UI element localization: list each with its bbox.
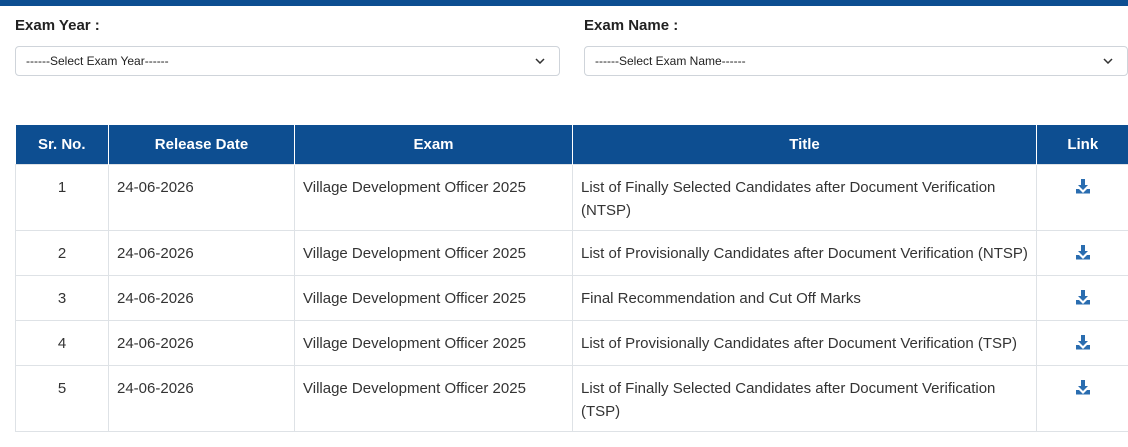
- header-title: Title: [572, 125, 1037, 165]
- table-row: 1 24-06-2026 Village Development Officer 2…: [15, 164, 1128, 231]
- cell-sr-no: 5: [15, 365, 109, 432]
- download-link[interactable]: [1075, 335, 1091, 354]
- cell-exam: Village Development Officer 2025: [294, 320, 573, 366]
- cell-exam: Village Development Officer 2025: [294, 365, 573, 432]
- cell-title: List of Provisionally Candidates after D…: [572, 320, 1037, 366]
- table-row: 3 24-06-2026 Village Development Officer 2…: [15, 275, 1128, 321]
- cell-title: List of Finally Selected Candidates afte…: [572, 365, 1037, 432]
- cell-sr-no: 1: [15, 164, 109, 231]
- download-icon: [1075, 335, 1090, 350]
- download-icon: [1075, 179, 1090, 194]
- cell-sr-no: 3: [15, 275, 109, 321]
- download-link[interactable]: [1075, 245, 1091, 264]
- header-release-date: Release Date: [108, 125, 295, 165]
- cell-link: [1036, 164, 1128, 231]
- cell-release-date: 24-06-2026: [108, 320, 295, 366]
- download-icon: [1075, 245, 1090, 260]
- download-link[interactable]: [1075, 179, 1091, 198]
- top-accent-bar: [0, 0, 1128, 6]
- exam-year-select[interactable]: ------Select Exam Year------: [15, 46, 560, 76]
- cell-link: [1036, 230, 1128, 276]
- cell-exam: Village Development Officer 2025: [294, 230, 573, 276]
- download-link[interactable]: [1075, 380, 1091, 399]
- cell-exam: Village Development Officer 2025: [294, 275, 573, 321]
- cell-exam: Village Development Officer 2025: [294, 164, 573, 231]
- table-row: 4 24-06-2026 Village Development Officer 2…: [15, 320, 1128, 366]
- download-icon: [1075, 290, 1090, 305]
- cell-sr-no: 4: [15, 320, 109, 366]
- header-exam: Exam: [294, 125, 573, 165]
- cell-release-date: 24-06-2026: [108, 164, 295, 231]
- exam-year-select-value: ------Select Exam Year------: [26, 54, 169, 68]
- cell-link: [1036, 275, 1128, 321]
- cell-title: List of Finally Selected Candidates afte…: [572, 164, 1037, 231]
- chevron-down-icon: [535, 58, 545, 64]
- table-row: 2 24-06-2026 Village Development Officer 2…: [15, 230, 1128, 276]
- cell-release-date: 24-06-2026: [108, 365, 295, 432]
- download-icon: [1075, 380, 1090, 395]
- exam-name-select-value: ------Select Exam Name------: [595, 54, 746, 68]
- cell-link: [1036, 365, 1128, 432]
- exam-name-label: Exam Name :: [584, 17, 679, 34]
- header-sr-no: Sr. No.: [15, 125, 109, 165]
- cell-release-date: 24-06-2026: [108, 230, 295, 276]
- cell-title: List of Provisionally Candidates after D…: [572, 230, 1037, 276]
- cell-sr-no: 2: [15, 230, 109, 276]
- cell-link: [1036, 320, 1128, 366]
- chevron-down-icon: [1103, 58, 1113, 64]
- exam-year-label: Exam Year :: [15, 17, 100, 34]
- download-link[interactable]: [1075, 290, 1091, 309]
- table-row: 5 24-06-2026 Village Development Officer 2…: [15, 365, 1128, 432]
- cell-title: Final Recommendation and Cut Off Marks: [572, 275, 1037, 321]
- table-header-row: Sr. No. Release Date Exam Title Link: [15, 125, 1128, 165]
- cell-release-date: 24-06-2026: [108, 275, 295, 321]
- exam-name-select[interactable]: ------Select Exam Name------: [584, 46, 1128, 76]
- header-link: Link: [1036, 125, 1128, 165]
- results-table: Sr. No. Release Date Exam Title Link 1 24…: [15, 125, 1128, 432]
